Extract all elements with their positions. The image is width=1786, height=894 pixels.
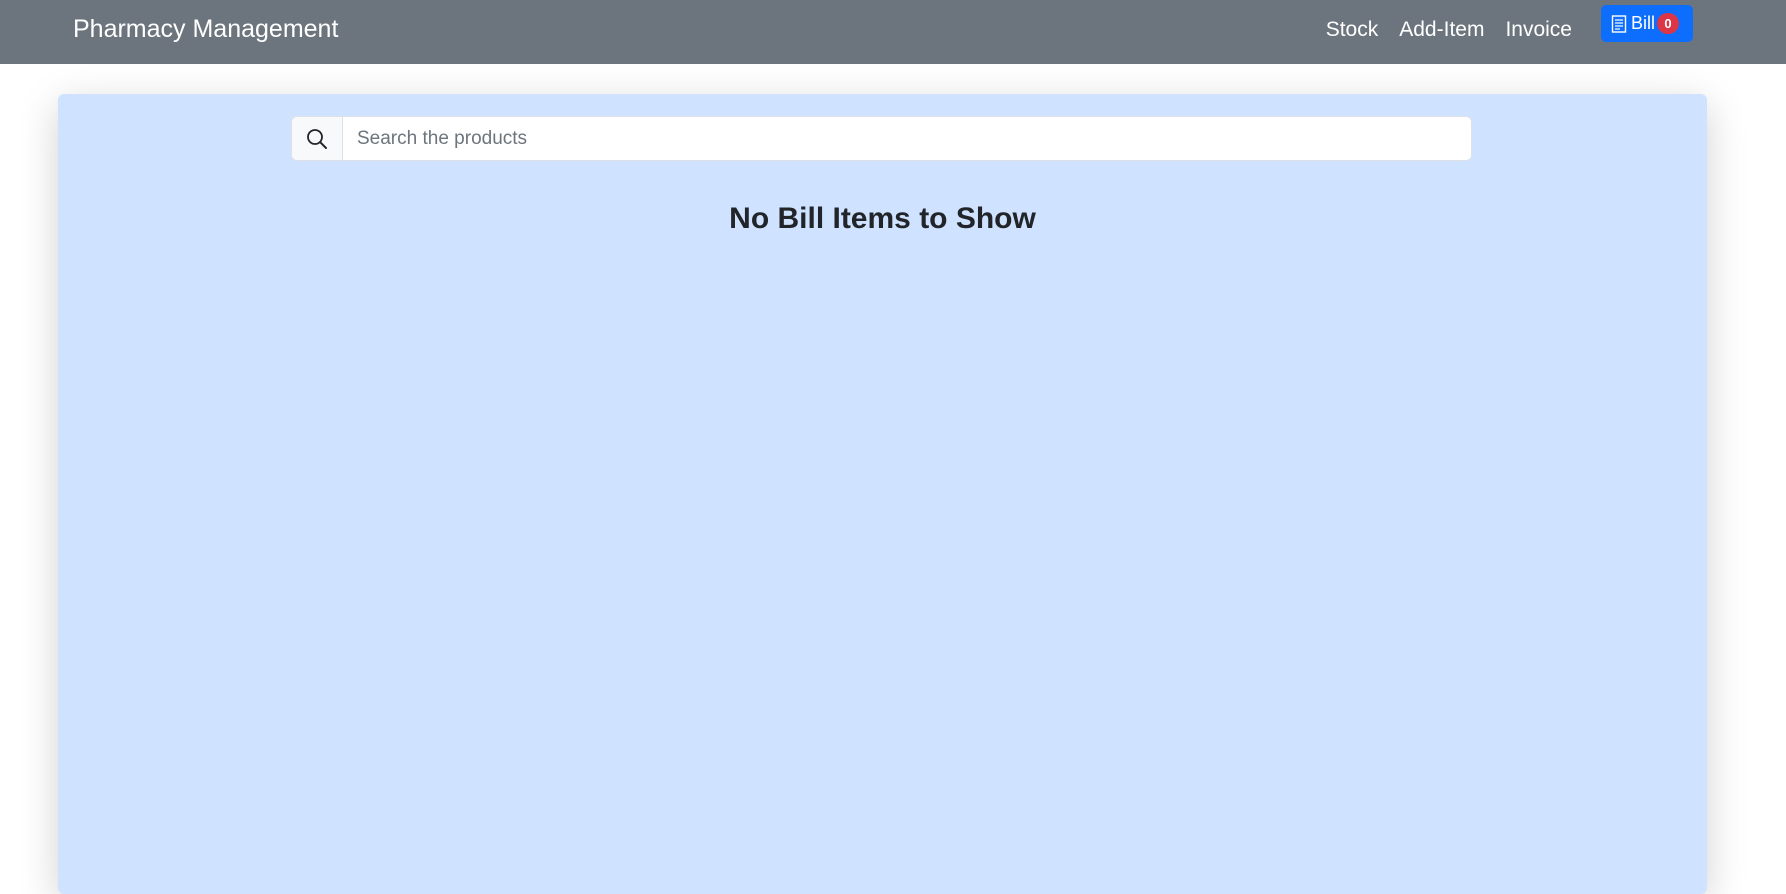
search-icon xyxy=(292,117,343,160)
top-navbar: Pharmacy Management Stock Add-Item Invoi… xyxy=(0,0,1786,64)
bill-button[interactable]: Bill 0 xyxy=(1601,5,1693,42)
nav-link-add-item[interactable]: Add-Item xyxy=(1399,18,1484,42)
search-bar xyxy=(291,116,1472,161)
brand-link[interactable]: Pharmacy Management xyxy=(73,15,338,44)
bill-button-label: Bill xyxy=(1631,13,1656,33)
nav-link-invoice[interactable]: Invoice xyxy=(1505,18,1572,42)
bill-card: No Bill Items to Show xyxy=(58,94,1707,894)
receipt-icon xyxy=(1611,14,1627,33)
bill-count-badge: 0 xyxy=(1657,13,1680,34)
empty-bill-message: No Bill Items to Show xyxy=(729,202,1036,235)
nav-links: Stock Add-Item Invoice xyxy=(1326,18,1572,42)
nav-link-stock[interactable]: Stock xyxy=(1326,18,1379,42)
search-input[interactable] xyxy=(343,117,1471,160)
